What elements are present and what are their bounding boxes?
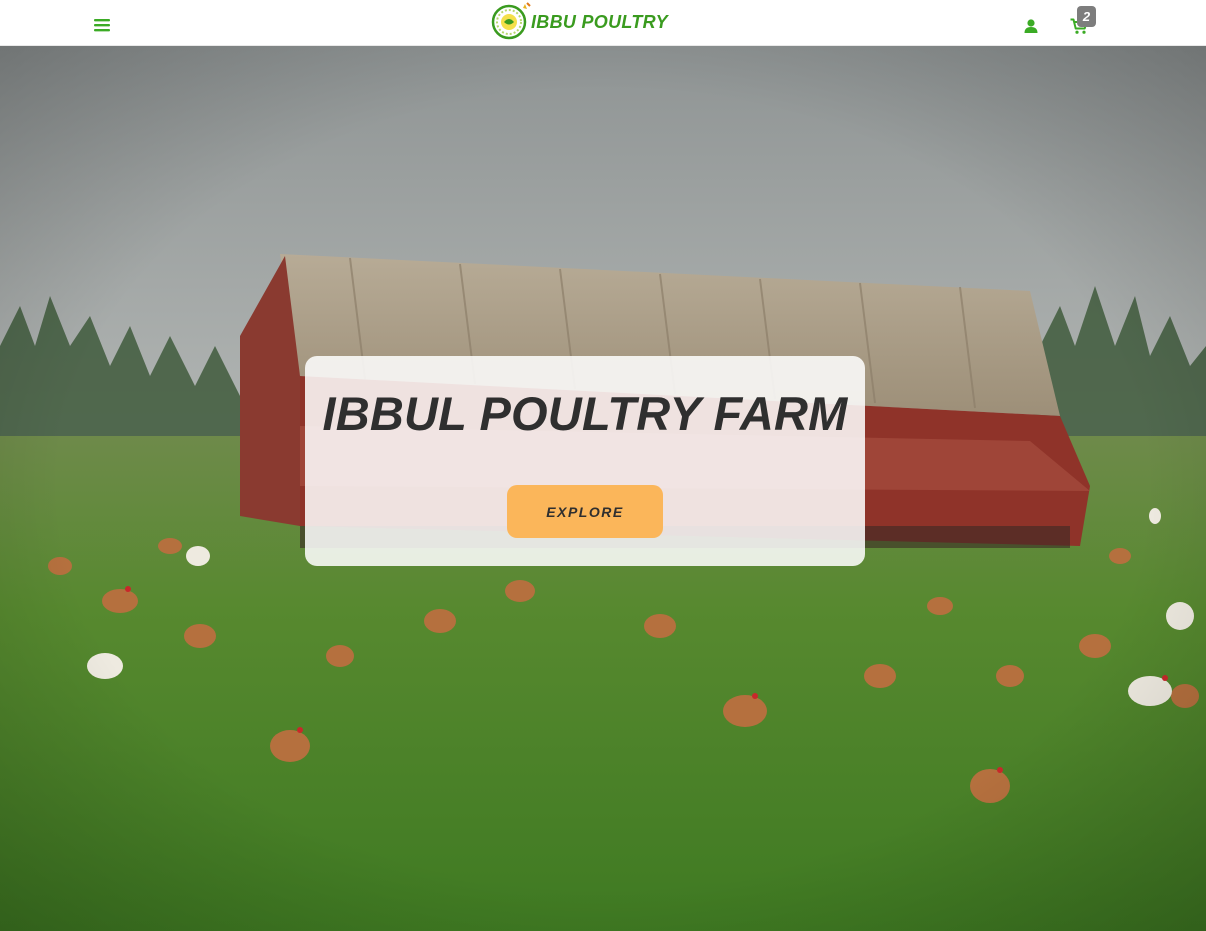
hero-card: IBBUL POULTRY FARM EXPLORE xyxy=(305,356,865,566)
explore-button[interactable]: EXPLORE xyxy=(507,485,663,538)
hero-section: IBBUL POULTRY FARM EXPLORE xyxy=(0,46,1206,931)
hero-title: IBBUL POULTRY FARM xyxy=(322,387,848,440)
site-logo[interactable]: IBBU POULTRY xyxy=(489,0,668,42)
hamburger-menu-icon[interactable] xyxy=(93,17,111,33)
logo-text: IBBU POULTRY xyxy=(531,12,668,32)
user-account-icon[interactable] xyxy=(1023,18,1039,34)
cart-count-badge: 2 xyxy=(1077,6,1096,27)
logo-emblem-icon xyxy=(489,1,535,41)
site-header: IBBU POULTRY 2 xyxy=(0,0,1206,46)
